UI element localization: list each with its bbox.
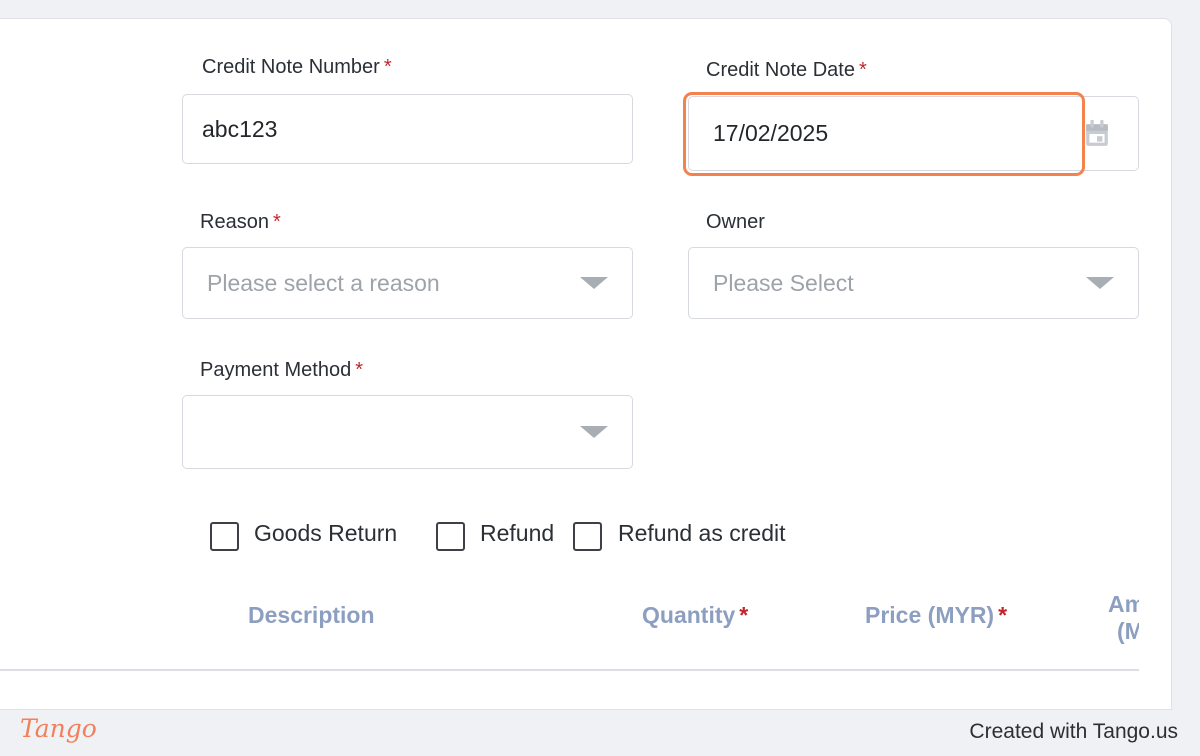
required-marker: * <box>739 602 749 628</box>
table-header-amount: Am (M <box>1108 591 1139 644</box>
table-divider <box>0 669 1139 671</box>
owner-label: Owner <box>706 211 765 233</box>
reason-select[interactable]: Please select a reason <box>182 247 633 319</box>
required-marker: * <box>998 602 1008 628</box>
refund-label[interactable]: Refund <box>480 520 554 547</box>
payment-method-select[interactable] <box>182 395 633 469</box>
refund-as-credit-checkbox[interactable] <box>573 522 602 551</box>
table-header-price: Price (MYR) * <box>865 602 1008 628</box>
refund-checkbox[interactable] <box>436 522 465 551</box>
created-with-credit: Created with Tango.us <box>969 720 1178 743</box>
credit-note-date-input[interactable]: 17/02/2025 <box>688 96 1139 171</box>
chevron-down-icon <box>580 426 608 438</box>
required-marker: * <box>355 359 363 381</box>
goods-return-checkbox[interactable] <box>210 522 239 551</box>
table-header-quantity: Quantity * <box>642 602 749 628</box>
refund-as-credit-label[interactable]: Refund as credit <box>618 520 785 547</box>
payment-method-label: Payment Method * <box>200 359 363 381</box>
chevron-down-icon <box>580 277 608 289</box>
required-marker: * <box>858 59 867 81</box>
credit-note-number-input[interactable]: abc123 <box>182 94 633 164</box>
footer-bar: Tango Created with Tango.us <box>0 710 1200 756</box>
required-marker: * <box>272 211 281 233</box>
credit-note-date-label: Credit Note Date * <box>706 59 867 81</box>
credit-note-number-label: Credit Note Number * <box>202 56 392 78</box>
calendar-icon[interactable] <box>1084 119 1110 149</box>
owner-select[interactable]: Please Select <box>688 247 1139 319</box>
reason-label: Reason * <box>200 211 281 233</box>
tango-logo: Tango <box>20 714 97 743</box>
required-marker: * <box>383 56 392 78</box>
goods-return-label[interactable]: Goods Return <box>254 520 397 547</box>
table-header-description: Description <box>248 602 375 628</box>
chevron-down-icon <box>1086 277 1114 289</box>
credit-note-form: Credit Note Number * abc123 Credit Note D… <box>0 18 1172 710</box>
